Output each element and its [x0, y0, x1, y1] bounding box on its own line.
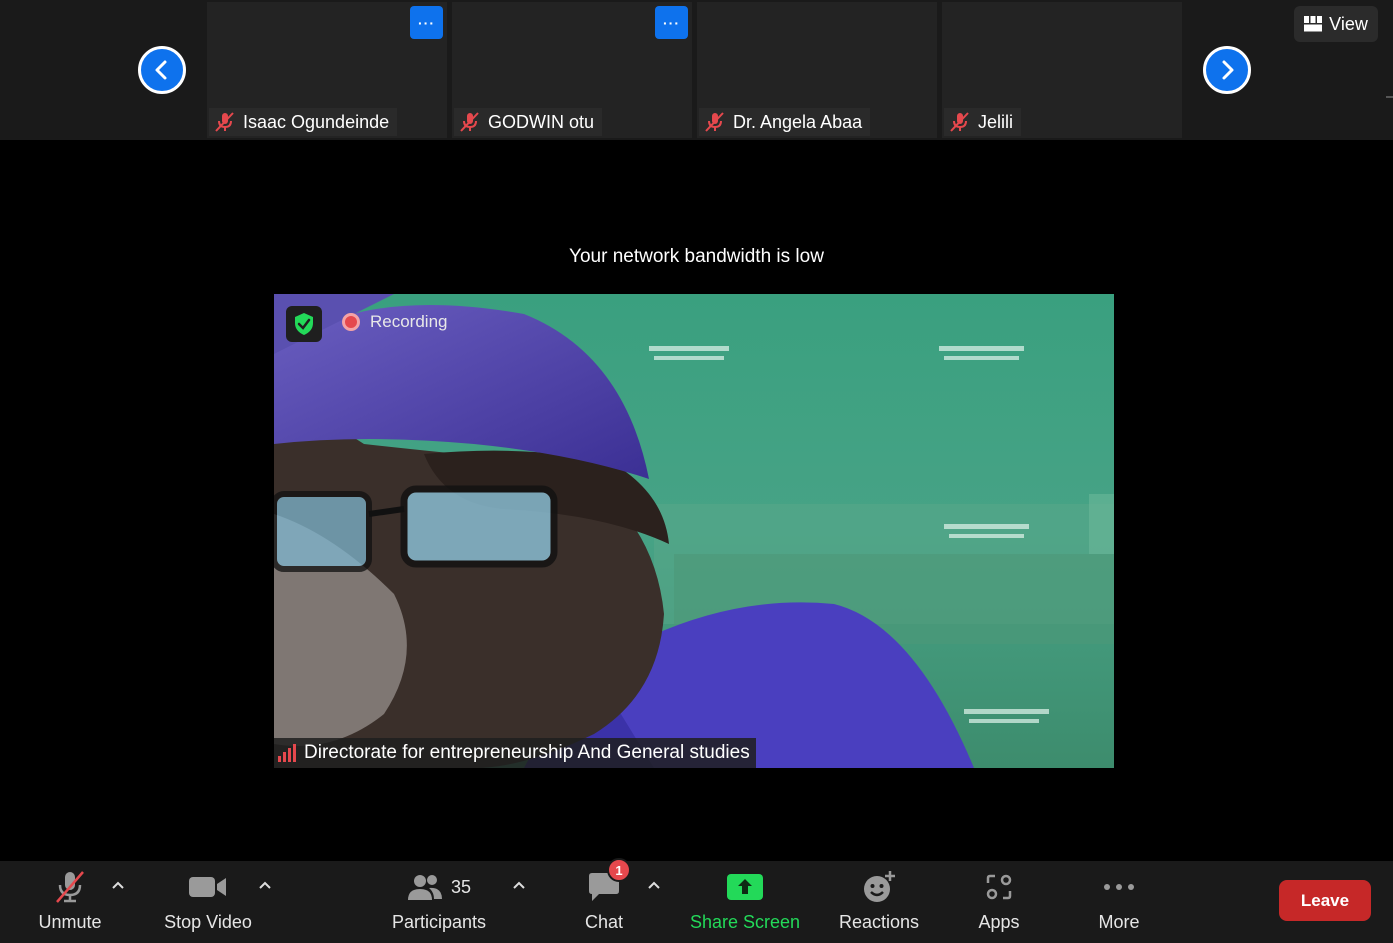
- view-label: View: [1329, 13, 1368, 34]
- participant-name-tag: GODWIN otu: [454, 108, 603, 136]
- recording-indicator[interactable]: Recording: [342, 312, 448, 332]
- chevron-up-icon: [259, 881, 271, 889]
- chevron-up-icon: [648, 881, 660, 889]
- shield-check-icon: [295, 313, 313, 335]
- participant-tile[interactable]: ··· Isaac Ogundeinde: [207, 2, 447, 138]
- participants-button[interactable]: 35 Participants: [384, 861, 494, 943]
- participant-tile[interactable]: ··· GODWIN otu: [452, 2, 692, 138]
- stop-video-label: Stop Video: [164, 912, 252, 932]
- reactions-button[interactable]: Reactions: [834, 861, 924, 943]
- more-label: More: [1098, 912, 1140, 932]
- apps-label: Apps: [978, 912, 1020, 932]
- next-page-button[interactable]: [1203, 46, 1251, 94]
- network-notice: Your network bandwidth is low: [569, 246, 824, 267]
- mic-muted-icon: [460, 112, 479, 132]
- stop-video-button[interactable]: Stop Video: [160, 861, 256, 943]
- chat-unread-badge: 1: [607, 858, 631, 882]
- meeting-toolbar: Unmute Stop Video 35 Participants 1 Chat: [0, 858, 1393, 943]
- grid-view-icon: [1304, 16, 1323, 32]
- audio-options-caret[interactable]: [110, 877, 126, 893]
- chevron-up-icon: [513, 881, 525, 889]
- reactions-icon: [864, 871, 895, 902]
- previous-page-button[interactable]: [138, 46, 186, 94]
- mic-muted-icon: [215, 112, 234, 132]
- chat-button[interactable]: 1 Chat: [576, 858, 632, 943]
- participant-name: Dr. Angela Abaa: [733, 111, 863, 132]
- video-camera-icon: [189, 877, 226, 897]
- leave-button[interactable]: Leave: [1279, 880, 1371, 921]
- active-speaker-video[interactable]: Recording Directorate for entrepreneursh…: [274, 294, 1114, 768]
- participants-label: Participants: [391, 912, 487, 932]
- share-screen-icon: [727, 874, 763, 900]
- participant-name: Jelili: [978, 111, 1014, 132]
- speaker-name: Directorate for entrepreneurship And Gen…: [304, 742, 750, 763]
- tile-more-button[interactable]: ···: [410, 6, 443, 39]
- apps-icon: [986, 874, 1012, 900]
- chat-label: Chat: [584, 912, 624, 932]
- view-button[interactable]: View: [1294, 6, 1378, 42]
- participants-options-caret[interactable]: [511, 877, 527, 893]
- participant-name: Isaac Ogundeinde: [243, 111, 390, 132]
- chevron-right-icon: [1222, 60, 1234, 80]
- video-options-caret[interactable]: [257, 877, 273, 893]
- unmute-label: Unmute: [38, 912, 102, 932]
- participant-tile[interactable]: Dr. Angela Abaa: [697, 2, 937, 138]
- participant-name-tag: Jelili: [944, 108, 1022, 136]
- signal-strength-icon: [278, 744, 296, 762]
- unmute-button[interactable]: Unmute: [30, 861, 110, 943]
- participant-tile[interactable]: Jelili: [942, 2, 1182, 138]
- mic-muted-icon: [950, 112, 969, 132]
- participants-count: 35: [450, 876, 472, 897]
- share-screen-label: Share Screen: [689, 912, 801, 932]
- video-frame-image: [274, 294, 1114, 768]
- participant-name-tag: Isaac Ogundeinde: [209, 108, 398, 136]
- mic-muted-icon: [56, 871, 84, 903]
- participants-icon: [407, 875, 442, 900]
- participant-strip: ··· Isaac Ogundeinde ··· GODWIN otu Dr. …: [0, 0, 1393, 140]
- apps-button[interactable]: Apps: [964, 861, 1034, 943]
- more-dots-icon: [1104, 884, 1134, 890]
- share-screen-button[interactable]: Share Screen: [686, 861, 804, 943]
- more-button[interactable]: More: [1084, 861, 1154, 943]
- chevron-up-icon: [112, 881, 124, 889]
- chat-options-caret[interactable]: [646, 877, 662, 893]
- window-edge-divider: [1386, 96, 1393, 98]
- participant-name-tag: Dr. Angela Abaa: [699, 108, 871, 136]
- participant-name: GODWIN otu: [488, 111, 595, 132]
- recording-label: Recording: [370, 312, 448, 331]
- speaker-name-tag: Directorate for entrepreneurship And Gen…: [274, 738, 756, 768]
- tile-more-button[interactable]: ···: [655, 6, 688, 39]
- encryption-shield-button[interactable]: [286, 306, 322, 342]
- reactions-label: Reactions: [838, 912, 920, 932]
- chevron-left-icon: [155, 60, 167, 80]
- mic-muted-icon: [705, 112, 724, 132]
- recording-dot-icon: [342, 313, 360, 331]
